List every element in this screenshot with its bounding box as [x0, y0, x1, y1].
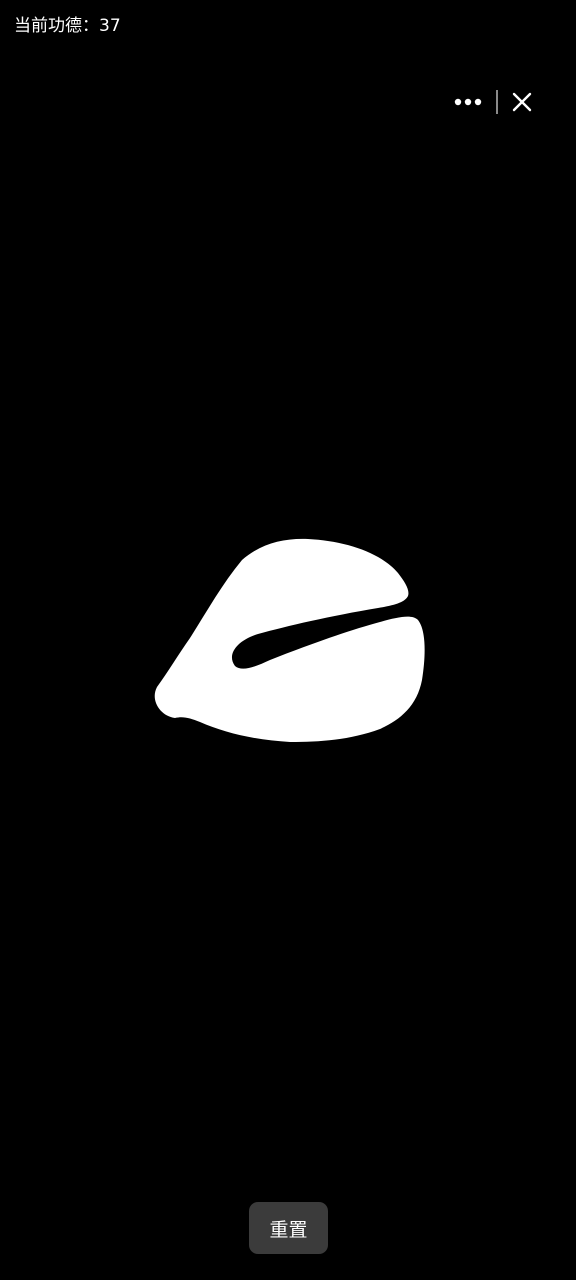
wooden-fish-icon[interactable] — [150, 535, 430, 750]
game-screen: 当前功德：37 重置 — [0, 0, 576, 1280]
reset-button[interactable]: 重置 — [249, 1202, 328, 1254]
merit-counter: 当前功德：37 — [14, 14, 121, 38]
more-dots-icon — [454, 98, 482, 106]
merit-label: 当前功德 — [14, 16, 82, 36]
more-button[interactable] — [446, 86, 490, 118]
mini-program-capsule — [446, 86, 542, 118]
close-icon — [512, 92, 532, 112]
merit-value: 37 — [99, 16, 121, 36]
capsule-divider — [496, 90, 498, 114]
close-button[interactable] — [504, 86, 540, 118]
merit-separator: ： — [82, 16, 99, 36]
